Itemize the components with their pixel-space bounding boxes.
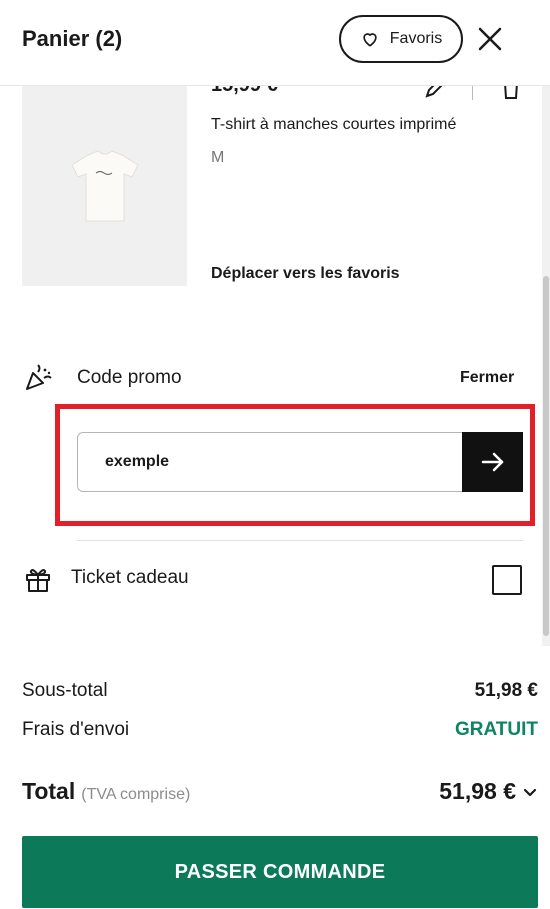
total-row[interactable]: Total (TVA comprise) 51,98 € [22,778,538,805]
section-divider [77,540,523,541]
favorites-label: Favoris [389,30,443,47]
trash-icon[interactable] [500,86,522,100]
product-image[interactable] [22,86,187,286]
action-separator [472,86,473,100]
arrow-right-icon [481,452,503,472]
tshirt-icon [70,150,139,222]
confetti-icon [26,364,52,390]
chevron-down-icon [523,788,537,796]
shipping-value: GRATUIT [454,719,538,740]
product-size: M [211,149,225,166]
total-label-group: Total (TVA comprise) [22,778,190,805]
scrollbar-thumb[interactable] [543,276,549,636]
promo-input-group [77,432,523,492]
gift-receipt-label: Ticket cadeau [71,567,189,588]
close-icon[interactable] [476,25,504,53]
product-name[interactable]: T-shirt à manches courtes imprimé [211,116,456,134]
total-label: Total [22,778,76,804]
gift-receipt-checkbox[interactable] [492,565,522,595]
promo-code-input[interactable] [78,433,462,491]
promo-code-label: Code promo [77,367,182,388]
tva-note: (TVA comprise) [81,786,191,803]
subtotal-label: Sous-total [22,680,108,701]
cart-header: Panier (2) Favoris [0,0,550,86]
subtotal-value: 51,98 € [474,680,538,701]
heart-icon [363,33,377,47]
subtotal-row: Sous-total 51,98 € [22,680,538,702]
move-to-favorites-link[interactable]: Déplacer vers les favoris [211,265,400,283]
gift-icon [26,569,50,592]
shipping-label: Frais d'envoi [22,719,130,740]
scrollbar-track[interactable] [542,86,550,646]
checkout-button[interactable]: PASSER COMMANDE [22,836,538,908]
shipping-row: Frais d'envoi GRATUIT [22,719,538,741]
favorites-button[interactable]: Favoris [339,15,463,63]
cart-title: Panier (2) [22,26,123,51]
item-price: 15,99 € [211,86,278,97]
edit-icon[interactable] [423,86,445,100]
total-value-group[interactable]: 51,98 € [439,778,538,805]
promo-close-link[interactable]: Fermer [460,369,514,387]
cart-scroll-area[interactable]: 15,99 € T-shirt à manches courtes imprim… [0,86,550,646]
promo-submit-button[interactable] [462,432,523,492]
total-value: 51,98 € [439,778,516,804]
